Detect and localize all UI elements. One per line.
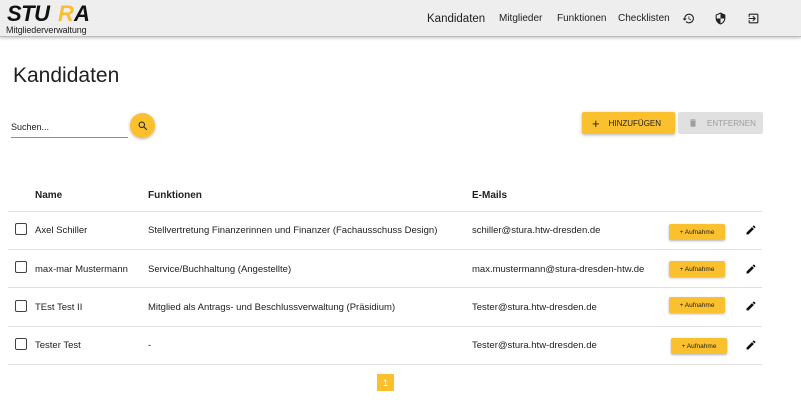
table-divider	[8, 249, 762, 250]
row-checkbox[interactable]	[15, 223, 27, 235]
column-header-emails[interactable]: E-Mails	[472, 190, 507, 201]
row-email: Tester@stura.htw-dresden.de	[472, 340, 597, 351]
aufnahme-button[interactable]: + Aufnahme	[669, 224, 725, 240]
plus-icon: +	[592, 115, 600, 131]
nav-mitglieder[interactable]: Mitglieder	[499, 0, 542, 37]
delete-icon	[688, 118, 698, 128]
column-header-funktionen[interactable]: Funktionen	[148, 190, 202, 201]
history-icon[interactable]	[680, 10, 696, 26]
row-funktion: Mitglied als Antrags- und Beschlussverwa…	[148, 302, 396, 313]
edit-icon[interactable]	[744, 299, 758, 313]
row-funktion: Stellvertretung Finanzerinnen und Finanz…	[148, 225, 438, 236]
remove-button-label: ENTFERNEN	[707, 118, 756, 128]
row-checkbox[interactable]	[15, 261, 27, 273]
row-email: Tester@stura.htw-dresden.de	[472, 302, 597, 313]
add-button[interactable]: + HINZUFÜGEN	[582, 112, 675, 134]
row-funktion: Service/Buchhaltung (Angestellte)	[148, 264, 292, 275]
svg-text:R: R	[58, 3, 74, 25]
svg-text:A: A	[73, 3, 90, 25]
row-email: schiller@stura.htw-dresden.de	[472, 225, 601, 236]
svg-text:STU: STU	[7, 3, 51, 25]
table-divider	[8, 287, 762, 288]
nav-checklisten[interactable]: Checklisten	[618, 0, 670, 37]
aufnahme-button[interactable]: + Aufnahme	[669, 297, 725, 313]
row-name: max-mar Mustermann	[35, 264, 128, 275]
remove-button[interactable]: ENTFERNEN	[678, 112, 763, 134]
shield-icon[interactable]	[712, 10, 728, 26]
row-checkbox[interactable]	[15, 300, 27, 312]
top-app-bar: STU R A Mitgliederverwaltung Kandidaten …	[0, 0, 801, 37]
add-button-label: HINZUFÜGEN	[608, 118, 662, 128]
app-subtitle: Mitgliederverwaltung	[6, 25, 87, 35]
edit-icon[interactable]	[744, 262, 758, 276]
table-divider	[8, 326, 762, 327]
row-checkbox[interactable]	[15, 338, 27, 350]
pagination-page-button[interactable]: 1	[377, 374, 394, 391]
row-email: max.mustermann@stura-dresden-htw.de	[472, 264, 645, 275]
row-name: Tester Test	[35, 340, 81, 351]
search-icon	[138, 121, 147, 130]
stura-logo[interactable]: STU R A Mitgliederverwaltung	[6, 3, 98, 35]
row-funktion: -	[148, 340, 152, 351]
edit-icon[interactable]	[744, 223, 758, 237]
table-divider	[8, 364, 762, 365]
row-name: TEst Test II	[35, 302, 83, 313]
nav-kandidaten[interactable]: Kandidaten	[427, 0, 485, 37]
stura-logo-mark: STU R A	[7, 3, 90, 25]
row-name: Axel Schiller	[35, 225, 88, 236]
logout-icon[interactable]	[745, 10, 761, 26]
nav-funktionen[interactable]: Funktionen	[557, 0, 606, 37]
table-divider	[8, 211, 762, 212]
aufnahme-button[interactable]: + Aufnahme	[669, 261, 725, 277]
search-input[interactable]	[11, 116, 128, 138]
page-title: Kandidaten	[13, 64, 120, 87]
aufnahme-button[interactable]: + Aufnahme	[671, 338, 727, 354]
edit-icon[interactable]	[744, 338, 758, 352]
column-header-name[interactable]: Name	[35, 190, 62, 201]
search-button[interactable]	[130, 113, 155, 138]
